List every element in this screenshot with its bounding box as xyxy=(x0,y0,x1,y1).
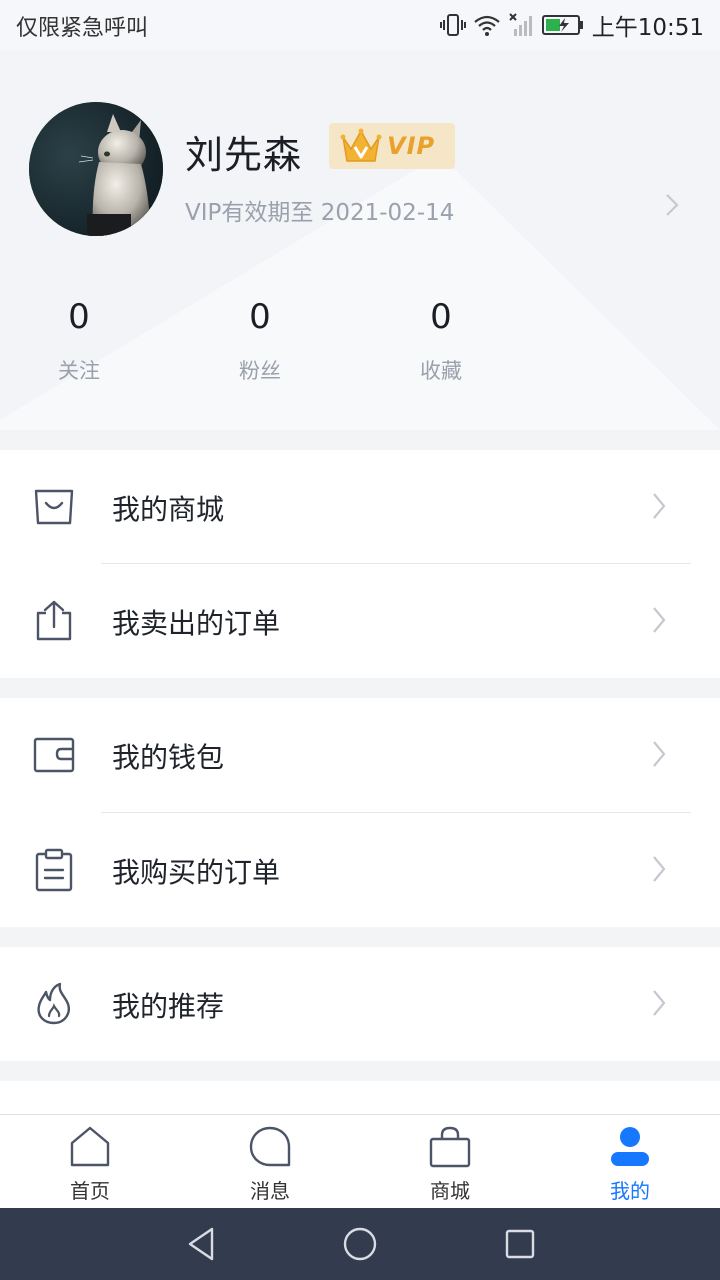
chevron-right-icon xyxy=(653,741,666,767)
carrier-text: 仅限紧急呼叫 xyxy=(16,16,149,41)
back-icon[interactable] xyxy=(184,1226,218,1262)
menu-item-label: 我卖出的订单 xyxy=(112,607,281,640)
message-icon xyxy=(249,1126,291,1167)
menu-section-shop: 我的商城 我卖出的订单 xyxy=(0,450,720,678)
username: 刘先森 xyxy=(185,133,303,177)
home-circle-icon[interactable] xyxy=(342,1226,378,1262)
vibrate-icon xyxy=(439,14,466,36)
tab-label: 商城 xyxy=(430,1179,470,1203)
chevron-right-icon xyxy=(653,607,666,633)
stat-label: 收藏 xyxy=(420,359,462,383)
menu-item-label: 我的钱包 xyxy=(112,741,225,774)
status-time: 上午10:51 xyxy=(591,15,704,41)
tab-label: 消息 xyxy=(250,1179,290,1203)
wallet-icon xyxy=(33,737,75,773)
menu-section-recommend: 我的推荐 xyxy=(0,947,720,1061)
status-icons: 上午10:51 xyxy=(439,8,704,42)
battery-charging-icon xyxy=(541,15,583,35)
stat-follow[interactable]: 0 关注 xyxy=(19,295,139,385)
recents-icon[interactable] xyxy=(504,1226,536,1262)
stat-fans[interactable]: 0 粉丝 xyxy=(200,295,320,385)
share-icon xyxy=(36,600,72,641)
tab-mall[interactable]: 商城 xyxy=(360,1115,540,1209)
tab-home[interactable]: 首页 xyxy=(0,1115,180,1209)
avatar[interactable] xyxy=(29,102,163,236)
home-icon xyxy=(70,1126,110,1167)
profile-header[interactable]: 刘先森 VIP VIP有效期至 2021-02-14 0 关注 0 粉丝 0 收… xyxy=(0,50,720,430)
menu-section-wallet: 我的钱包 我购买的订单 xyxy=(0,698,720,927)
menu-item-label: 我购买的订单 xyxy=(112,856,281,889)
bottom-tab-bar: 首页 消息 商城 我的 xyxy=(0,1114,720,1209)
vip-expiry: VIP有效期至 2021-02-14 xyxy=(185,200,455,226)
stat-count: 0 xyxy=(430,297,452,337)
menu-item-my-wallet[interactable]: 我的钱包 xyxy=(0,698,720,812)
user-icon xyxy=(611,1127,649,1166)
menu-item-purchased-orders[interactable]: 我购买的订单 xyxy=(0,813,720,927)
tab-messages[interactable]: 消息 xyxy=(180,1115,360,1209)
vip-label: VIP xyxy=(387,132,436,160)
shopping-bag-icon xyxy=(429,1126,471,1168)
tab-me[interactable]: 我的 xyxy=(540,1115,720,1209)
wifi-icon xyxy=(473,15,500,36)
stat-count: 0 xyxy=(249,297,271,337)
status-bar: 仅限紧急呼叫 上午10:51 xyxy=(0,0,720,50)
system-nav-bar xyxy=(0,1208,720,1280)
crown-icon xyxy=(340,128,382,162)
tab-label: 我的 xyxy=(610,1179,650,1203)
stat-label: 粉丝 xyxy=(239,359,281,383)
no-signal-icon xyxy=(508,13,532,36)
clipboard-icon xyxy=(35,848,73,892)
menu-item-label: 我的商城 xyxy=(112,493,225,526)
cat-photo xyxy=(29,102,163,236)
chevron-right-icon xyxy=(666,194,679,216)
chevron-right-icon xyxy=(653,856,666,882)
stat-count: 0 xyxy=(68,297,90,337)
flame-icon xyxy=(37,982,70,1025)
menu-item-sold-orders[interactable]: 我卖出的订单 xyxy=(0,564,720,678)
stat-label: 关注 xyxy=(58,359,100,383)
menu-item-my-mall[interactable]: 我的商城 xyxy=(0,450,720,564)
bag-icon xyxy=(34,489,74,525)
vip-badge: VIP xyxy=(329,123,455,169)
stat-favorites[interactable]: 0 收藏 xyxy=(381,295,501,385)
chevron-right-icon xyxy=(653,493,666,519)
chevron-right-icon xyxy=(653,990,666,1016)
tab-label: 首页 xyxy=(70,1179,110,1203)
menu-item-my-recommend[interactable]: 我的推荐 xyxy=(0,947,720,1061)
menu-item-label: 我的推荐 xyxy=(112,990,225,1023)
menu-section-partial xyxy=(0,1081,720,1114)
